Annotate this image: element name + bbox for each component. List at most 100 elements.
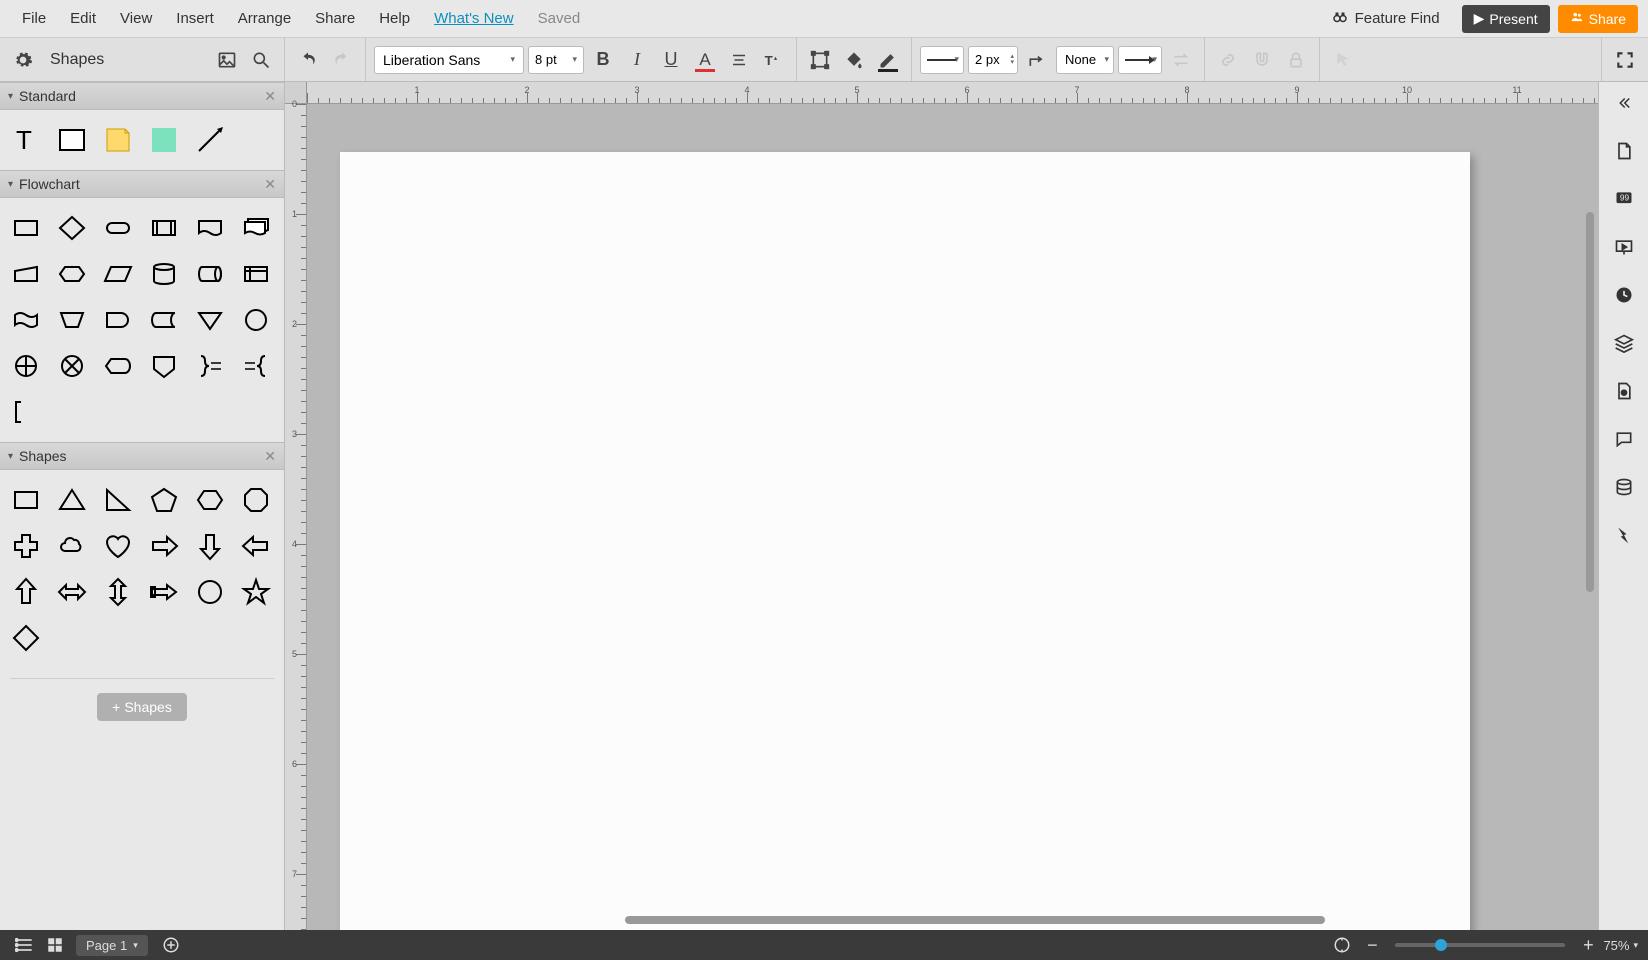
shape-cross[interactable] <box>6 526 46 566</box>
scrollbar-vertical[interactable] <box>1586 212 1594 592</box>
shape-arrow-right[interactable] <box>144 526 184 566</box>
line-style-select[interactable] <box>920 46 964 74</box>
menu-arrange[interactable]: Arrange <box>226 4 303 33</box>
outline-view-icon[interactable] <box>10 933 40 957</box>
shape-offpage[interactable] <box>144 346 184 386</box>
line-color-button[interactable] <box>873 45 903 75</box>
shape-multidoc[interactable] <box>236 208 276 248</box>
shape-line[interactable] <box>190 120 230 160</box>
chat-panel-icon[interactable] <box>1609 424 1639 454</box>
font-family-select[interactable]: Liberation Sans ▾ <box>374 46 524 74</box>
shape-hotspot[interactable] <box>144 120 184 160</box>
menu-view[interactable]: View <box>108 4 164 33</box>
menu-edit[interactable]: Edit <box>58 4 108 33</box>
shape-note-bracket[interactable] <box>6 392 46 432</box>
menu-share[interactable]: Share <box>303 4 367 33</box>
shape-document[interactable] <box>190 208 230 248</box>
close-icon[interactable]: ✕ <box>264 448 276 465</box>
line-width-input[interactable]: 2 px ▴▾ <box>968 46 1018 74</box>
shape-merge[interactable] <box>190 300 230 340</box>
shape-direct-data[interactable] <box>190 254 230 294</box>
italic-button[interactable]: I <box>622 45 652 75</box>
search-icon[interactable] <box>246 45 276 75</box>
shape-delay[interactable] <box>98 300 138 340</box>
shape-square[interactable] <box>6 480 46 520</box>
shape-arrow-down[interactable] <box>190 526 230 566</box>
shape-double-arrow-v[interactable] <box>98 572 138 612</box>
shape-preparation[interactable] <box>52 254 92 294</box>
shape-internal-storage[interactable] <box>236 254 276 294</box>
shape-paper-tape[interactable] <box>6 300 46 340</box>
fill-color-button[interactable] <box>839 45 869 75</box>
arrow-start-select[interactable]: None <box>1056 46 1114 74</box>
document-panel-icon[interactable] <box>1609 136 1639 166</box>
shape-or[interactable] <box>6 346 46 386</box>
collapse-dock-icon[interactable] <box>1609 88 1639 118</box>
shape-hexagon[interactable] <box>190 480 230 520</box>
category-flowchart[interactable]: Flowchart ✕ <box>0 170 284 198</box>
add-page-button[interactable] <box>156 933 186 957</box>
shape-database[interactable] <box>144 254 184 294</box>
present-button[interactable]: ▶ Present <box>1462 5 1550 33</box>
shape-terminator[interactable] <box>98 208 138 248</box>
fullscreen-icon[interactable] <box>1610 45 1640 75</box>
close-icon[interactable]: ✕ <box>264 88 276 105</box>
shape-connector[interactable] <box>236 300 276 340</box>
text-style-button[interactable]: T▴ <box>758 45 788 75</box>
arrow-end-select[interactable] <box>1118 46 1162 74</box>
zoom-value[interactable]: 75% ▾ <box>1603 938 1638 953</box>
shape-brace-note-left[interactable] <box>236 346 276 386</box>
underline-button[interactable]: U <box>656 45 686 75</box>
add-shapes-button[interactable]: + Shapes <box>97 693 187 721</box>
shape-outline-button[interactable] <box>805 45 835 75</box>
shape-right-triangle[interactable] <box>98 480 138 520</box>
zoom-out-button[interactable]: − <box>1357 933 1387 957</box>
shape-display[interactable] <box>98 346 138 386</box>
shape-circle[interactable] <box>190 572 230 612</box>
swap-arrows-button[interactable] <box>1166 45 1196 75</box>
whats-new-link[interactable]: What's New <box>422 4 526 33</box>
line-connector-button[interactable] <box>1022 45 1052 75</box>
align-button[interactable] <box>724 45 754 75</box>
undo-button[interactable] <box>293 45 323 75</box>
zoom-slider[interactable] <box>1395 943 1565 947</box>
magnet-icon[interactable] <box>1247 45 1277 75</box>
feature-find-button[interactable]: Feature Find <box>1317 2 1454 36</box>
lock-icon[interactable] <box>1281 45 1311 75</box>
zoom-fit-icon[interactable] <box>1327 933 1357 957</box>
menu-insert[interactable]: Insert <box>164 4 226 33</box>
shape-heart[interactable] <box>98 526 138 566</box>
image-icon[interactable] <box>212 45 242 75</box>
page-tab[interactable]: Page 1 ▾ <box>76 935 148 956</box>
actions-panel-icon[interactable] <box>1609 520 1639 550</box>
shape-manual-input[interactable] <box>6 254 46 294</box>
shape-callout-arrow[interactable] <box>144 572 184 612</box>
menu-help[interactable]: Help <box>367 4 422 33</box>
comments-panel-icon[interactable]: 99 <box>1609 184 1639 214</box>
shape-pentagon[interactable] <box>144 480 184 520</box>
shape-predefined[interactable] <box>144 208 184 248</box>
shape-text[interactable]: T <box>6 120 46 160</box>
shape-manual-op[interactable] <box>52 300 92 340</box>
category-shapes[interactable]: Shapes ✕ <box>0 442 284 470</box>
shape-triangle[interactable] <box>52 480 92 520</box>
shape-data[interactable] <box>98 254 138 294</box>
shape-note[interactable] <box>98 120 138 160</box>
font-size-select[interactable]: 8 pt ▾ <box>528 46 584 74</box>
shape-star[interactable] <box>236 572 276 612</box>
cursor-tool-icon[interactable] <box>1328 45 1358 75</box>
shape-arrow-up[interactable] <box>6 572 46 612</box>
shape-arrow-left[interactable] <box>236 526 276 566</box>
shape-process[interactable] <box>6 208 46 248</box>
shape-brace-note-right[interactable] <box>190 346 230 386</box>
shape-sum-junction[interactable] <box>52 346 92 386</box>
grid-view-icon[interactable] <box>40 933 70 957</box>
shape-rectangle[interactable] <box>52 120 92 160</box>
close-icon[interactable]: ✕ <box>264 176 276 193</box>
present-panel-icon[interactable] <box>1609 232 1639 262</box>
share-button[interactable]: Share <box>1558 5 1638 33</box>
layers-panel-icon[interactable] <box>1609 328 1639 358</box>
data-panel-icon[interactable] <box>1609 472 1639 502</box>
zoom-in-button[interactable]: + <box>1573 933 1603 957</box>
master-panel-icon[interactable] <box>1609 376 1639 406</box>
